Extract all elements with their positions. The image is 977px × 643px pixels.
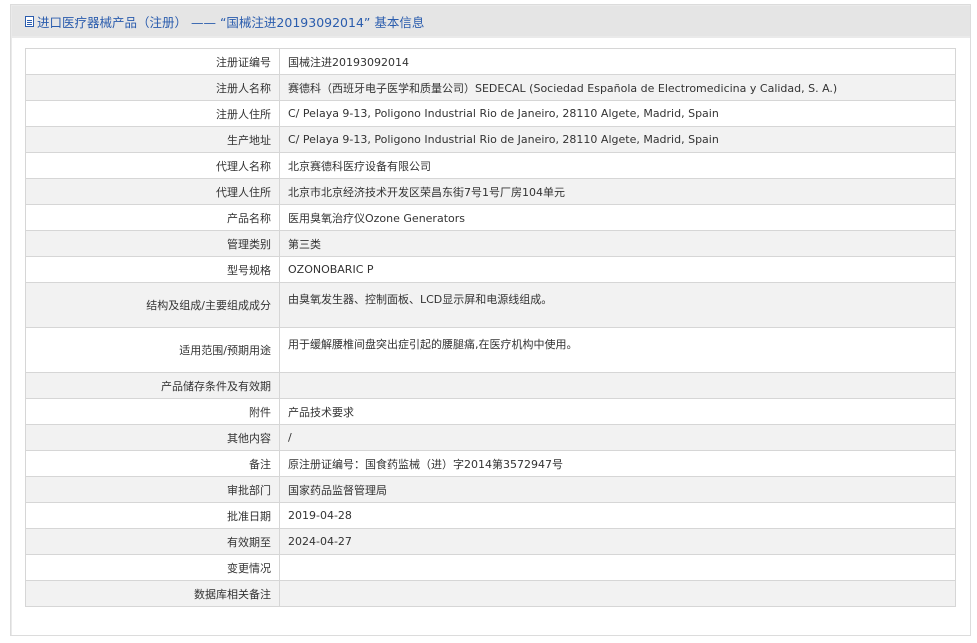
field-value: OZONOBARIC P [279, 256, 956, 283]
field-label: 批准日期 [25, 502, 280, 529]
field-value: C/ Pelaya 9-13, Poligono Industrial Rio … [279, 100, 956, 127]
field-value: 原注册证编号：国食药监械（进）字2014第3572947号 [279, 450, 956, 477]
field-value: 第三类 [279, 230, 956, 257]
field-value: 产品技术要求 [279, 398, 956, 425]
table-row: 注册证编号 国械注进20193092014 [25, 48, 956, 75]
table-row: 适用范围/预期用途 用于缓解腰椎间盘突出症引起的腰腿痛,在医疗机构中使用。 [25, 327, 956, 373]
table-row: 代理人名称 北京赛德科医疗设备有限公司 [25, 152, 956, 179]
field-value: 北京市北京经济技术开发区荣昌东街7号1号厂房104单元 [279, 178, 956, 205]
field-label: 变更情况 [25, 554, 280, 581]
field-label: 适用范围/预期用途 [25, 327, 280, 373]
document-icon [25, 15, 34, 27]
table-row: 管理类别 第三类 [25, 230, 956, 257]
field-label: 附件 [25, 398, 280, 425]
field-label: 结构及组成/主要组成成分 [25, 282, 280, 328]
field-label: 代理人住所 [25, 178, 280, 205]
info-table-body: 注册证编号 国械注进20193092014 注册人名称 赛德科（西班牙电子医学和质量公… [25, 48, 956, 607]
field-label: 审批部门 [25, 476, 280, 503]
field-value [279, 580, 956, 607]
table-row: 结构及组成/主要组成成分 由臭氧发生器、控制面板、LCD显示屏和电源线组成。 [25, 282, 956, 328]
field-value: 国械注进20193092014 [279, 48, 956, 75]
field-value: 由臭氧发生器、控制面板、LCD显示屏和电源线组成。 [279, 282, 956, 328]
field-value [279, 372, 956, 399]
page-title: 进口医疗器械产品（注册） —— “国械注进20193092014” 基本信息 [37, 14, 425, 30]
table-row: 数据库相关备注 [25, 580, 956, 607]
field-label: 型号规格 [25, 256, 280, 283]
field-label: 代理人名称 [25, 152, 280, 179]
table-row: 备注 原注册证编号：国食药监械（进）字2014第3572947号 [25, 450, 956, 477]
field-value: 医用臭氧治疗仪Ozone Generators [279, 204, 956, 231]
field-value: 2019-04-28 [279, 502, 956, 529]
field-label: 有效期至 [25, 528, 280, 555]
field-label: 注册人名称 [25, 74, 280, 101]
field-label: 注册证编号 [25, 48, 280, 75]
field-value: C/ Pelaya 9-13, Poligono Industrial Rio … [279, 126, 956, 153]
table-row: 生产地址 C/ Pelaya 9-13, Poligono Industrial … [25, 126, 956, 153]
field-value: / [279, 424, 956, 451]
table-row: 型号规格 OZONOBARIC P [25, 256, 956, 283]
table-row: 附件 产品技术要求 [25, 398, 956, 425]
table-row: 产品名称 医用臭氧治疗仪Ozone Generators [25, 204, 956, 231]
field-label: 产品储存条件及有效期 [25, 372, 280, 399]
field-label: 数据库相关备注 [25, 580, 280, 607]
table-row: 代理人住所 北京市北京经济技术开发区荣昌东街7号1号厂房104单元 [25, 178, 956, 205]
field-value: 国家药品监督管理局 [279, 476, 956, 503]
table-row: 有效期至 2024-04-27 [25, 528, 956, 555]
field-value: 赛德科（西班牙电子医学和质量公司）SEDECAL (Sociedad Españ… [279, 74, 956, 101]
field-value [279, 554, 956, 581]
info-table: 注册证编号 国械注进20193092014 注册人名称 赛德科（西班牙电子医学和质量公… [25, 48, 956, 607]
field-label: 备注 [25, 450, 280, 477]
field-label: 管理类别 [25, 230, 280, 257]
page-title-bar: 进口医疗器械产品（注册） —— “国械注进20193092014” 基本信息 [12, 6, 970, 36]
table-row: 审批部门 国家药品监督管理局 [25, 476, 956, 503]
table-row: 批准日期 2019-04-28 [25, 502, 956, 529]
field-label: 生产地址 [25, 126, 280, 153]
table-row: 产品储存条件及有效期 [25, 372, 956, 399]
table-row: 其他内容 / [25, 424, 956, 451]
info-panel: 注册证编号 国械注进20193092014 注册人名称 赛德科（西班牙电子医学和质量公… [12, 38, 970, 635]
field-label: 其他内容 [25, 424, 280, 451]
field-value: 用于缓解腰椎间盘突出症引起的腰腿痛,在医疗机构中使用。 [279, 327, 956, 373]
table-row: 注册人名称 赛德科（西班牙电子医学和质量公司）SEDECAL (Sociedad … [25, 74, 956, 101]
field-label: 注册人住所 [25, 100, 280, 127]
table-row: 变更情况 [25, 554, 956, 581]
field-value: 北京赛德科医疗设备有限公司 [279, 152, 956, 179]
field-label: 产品名称 [25, 204, 280, 231]
field-value: 2024-04-27 [279, 528, 956, 555]
table-row: 注册人住所 C/ Pelaya 9-13, Poligono Industrial… [25, 100, 956, 127]
